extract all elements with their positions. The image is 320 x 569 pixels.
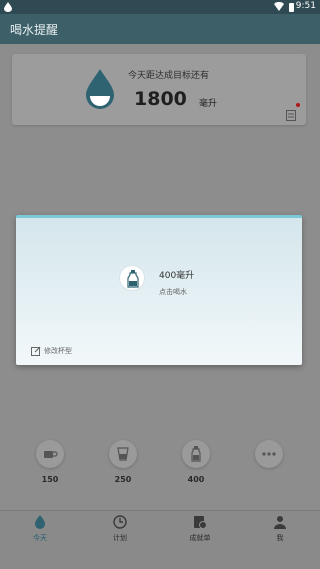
cup-150-label: 150: [41, 475, 59, 484]
app-title: 喝水提醒: [10, 23, 59, 37]
status-time: 9:51: [295, 1, 316, 11]
goal-card: 今天距达成目标还有 1800 毫升: [12, 54, 306, 125]
nav-me[interactable]: 我: [248, 515, 312, 543]
edit-cup-label: 修改杯型: [44, 347, 72, 355]
wifi-icon: [274, 1, 284, 14]
dialog-tap-hint: 点击喝水: [159, 288, 187, 296]
goal-unit: 毫升: [199, 99, 218, 109]
badge-icon: [194, 516, 207, 529]
dialog-cup-size: 400毫升: [159, 271, 195, 281]
notification-dot: [296, 103, 300, 107]
goal-label: 今天距达成目标还有: [128, 71, 210, 81]
cup-250-button[interactable]: [109, 440, 137, 468]
app-bar: 喝水提醒: [0, 14, 320, 44]
battery-icon: [289, 3, 294, 12]
bottom-navigation: 今天 计划 成就单 我: [0, 510, 320, 569]
cup-250-label: 250: [114, 475, 132, 484]
drink-dialog: 400毫升 点击喝水 修改杯型: [16, 215, 302, 365]
nav-achievements-label: 成就单: [189, 534, 211, 542]
nav-today[interactable]: 今天: [8, 515, 72, 543]
cup-400-button[interactable]: [182, 440, 210, 468]
clock-icon: [113, 515, 127, 529]
cup-400-label: 400: [187, 475, 205, 484]
bottle-icon: [127, 270, 139, 288]
note-icon[interactable]: [286, 106, 296, 125]
nav-plan[interactable]: 计划: [88, 515, 152, 543]
nav-today-label: 今天: [33, 534, 47, 542]
nav-achievements[interactable]: 成就单: [168, 515, 232, 543]
status-bar: 9:51: [0, 0, 320, 14]
cup-150-button[interactable]: [36, 440, 64, 468]
edit-icon: [31, 346, 41, 356]
person-icon: [274, 516, 286, 529]
edit-cup-button[interactable]: 修改杯型: [31, 346, 72, 356]
more-cups-button[interactable]: [255, 440, 283, 468]
drop-icon: [35, 515, 45, 529]
nav-plan-label: 计划: [113, 534, 127, 542]
drink-400-button[interactable]: [119, 265, 145, 291]
nav-me-label: 我: [276, 534, 284, 542]
goal-remaining-value: 1800: [134, 88, 187, 110]
water-drop-icon: [84, 69, 116, 113]
